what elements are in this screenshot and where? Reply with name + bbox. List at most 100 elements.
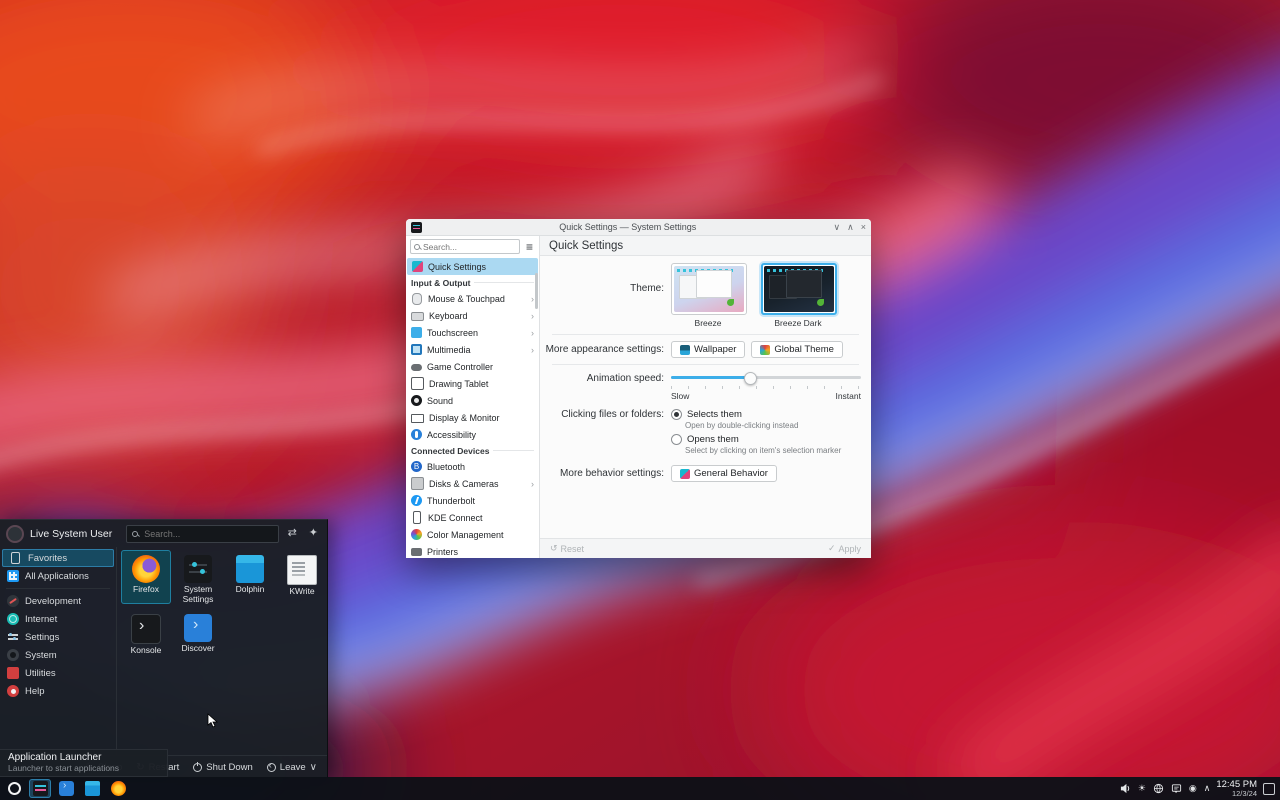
category-favorites[interactable]: Favorites [2, 549, 114, 567]
sidebar-item-drawing-tablet[interactable]: Drawing Tablet [406, 375, 539, 392]
leave-button[interactable]: Leave ∨ [267, 762, 317, 773]
show-desktop-button[interactable] [1263, 783, 1275, 795]
apply-button[interactable]: ✓ Apply [828, 543, 861, 554]
task-firefox[interactable] [107, 779, 129, 798]
bluetooth-icon: B [411, 461, 422, 472]
digital-clock[interactable]: 12:45 PM 12/3/24 [1216, 780, 1257, 798]
chevron-down-icon: ∨ [310, 762, 317, 773]
pin-icon[interactable]: ✦ [306, 528, 321, 539]
system-tray: ☀ ◉ ∧ [1120, 783, 1211, 794]
sidebar-item-kde-connect[interactable]: KDE Connect [406, 509, 539, 526]
dolphin-icon [85, 781, 100, 796]
category-help[interactable]: Help [0, 682, 116, 700]
search-icon [132, 531, 138, 537]
app-kwrite[interactable]: KWrite [277, 550, 327, 604]
sidebar-item-printers[interactable]: Printers [406, 543, 539, 558]
radio-opens-them[interactable]: Opens them [671, 434, 841, 445]
application-launcher-popup: Live System User ⇄ ✦ Favorites All Appli… [0, 519, 328, 778]
animation-slider-handle[interactable] [744, 372, 757, 385]
app-firefox[interactable]: Firefox [121, 550, 171, 604]
sidebar-item-game-controller[interactable]: Game Controller [406, 358, 539, 375]
task-dolphin[interactable] [81, 779, 103, 798]
category-development[interactable]: Development [0, 592, 116, 610]
sidebar-item-display-monitor[interactable]: Display & Monitor [406, 409, 539, 426]
titlebar[interactable]: Quick Settings — System Settings ∨ ∧ × [406, 219, 871, 236]
sidebar-item-mouse-touchpad[interactable]: Mouse & Touchpad › [406, 290, 539, 307]
category-settings[interactable]: Settings [0, 628, 116, 646]
printers-icon [411, 548, 422, 556]
record-status-icon[interactable]: ◉ [1189, 784, 1197, 793]
separator [552, 364, 859, 365]
volume-icon[interactable] [1120, 783, 1131, 794]
display-monitor-icon [411, 414, 424, 423]
category-utilities[interactable]: Utilities [0, 664, 116, 682]
sidebar-item-sound[interactable]: Sound [406, 392, 539, 409]
user-avatar[interactable] [6, 525, 24, 543]
close-icon[interactable]: × [861, 223, 866, 232]
task-system-settings[interactable] [29, 779, 51, 798]
radio-selected-icon [671, 409, 682, 420]
settings-search-input[interactable] [423, 242, 516, 252]
radio-selects-them[interactable]: Selects them [671, 409, 841, 420]
wallpaper-icon [680, 345, 690, 355]
shutdown-button[interactable]: Shut Down [193, 762, 252, 773]
app-discover[interactable]: Discover [173, 609, 223, 663]
dolphin-icon [236, 555, 264, 583]
sidebar-item-bluetooth[interactable]: B Bluetooth [406, 458, 539, 475]
favorites-grid: Firefox System Settings Dolphin KWrite K… [117, 547, 327, 755]
launcher-search-input[interactable] [142, 528, 272, 540]
global-theme-button[interactable]: Global Theme [751, 341, 843, 358]
sort-icon[interactable]: ⇄ [285, 528, 300, 539]
brightness-icon[interactable]: ☀ [1138, 784, 1146, 793]
sidebar-scrollbar[interactable] [535, 273, 538, 309]
chevron-right-icon: › [531, 328, 534, 338]
theme-option-breeze[interactable]: Breeze [671, 263, 745, 328]
category-internet[interactable]: Internet [0, 610, 116, 628]
desktop: Quick Settings — System Settings ∨ ∧ × ≡ [0, 0, 1280, 800]
behavior-label: More behavior settings: [540, 468, 671, 479]
app-dolphin[interactable]: Dolphin [225, 550, 275, 604]
discover-icon [184, 614, 212, 642]
kde-neon-icon [8, 782, 21, 795]
reset-button[interactable]: ↺ Reset [550, 543, 584, 554]
sidebar-item-thunderbolt[interactable]: Thunderbolt [406, 492, 539, 509]
launcher-search-box[interactable] [126, 525, 278, 543]
minimize-icon[interactable]: ∨ [834, 223, 841, 232]
sound-icon [411, 395, 422, 406]
settings-content: Quick Settings Theme: Breeze [540, 236, 871, 558]
category-system[interactable]: System [0, 646, 116, 664]
color-management-icon [411, 529, 422, 540]
hamburger-menu-icon[interactable]: ≡ [524, 241, 535, 253]
window-title: Quick Settings — System Settings [422, 222, 834, 232]
network-icon[interactable] [1153, 783, 1164, 794]
animation-speed-slider[interactable] [671, 371, 861, 385]
sidebar-item-disks-cameras[interactable]: Disks & Cameras › [406, 475, 539, 492]
app-launcher-button[interactable] [3, 779, 25, 798]
sidebar-item-color-management[interactable]: Color Management [406, 526, 539, 543]
kwrite-icon [287, 555, 317, 585]
task-discover[interactable] [55, 779, 77, 798]
category-all-applications[interactable]: All Applications [0, 567, 116, 585]
mouse-icon [412, 293, 422, 305]
discover-icon [59, 781, 74, 796]
sidebar-item-keyboard[interactable]: Keyboard › [406, 307, 539, 324]
wallpaper-button[interactable]: Wallpaper [671, 341, 745, 358]
sidebar-item-quick-settings[interactable]: Quick Settings [407, 258, 538, 275]
sidebar-item-accessibility[interactable]: Accessibility [406, 426, 539, 443]
clock-date: 12/3/24 [1216, 790, 1257, 798]
launcher-tooltip: Application Launcher Launcher to start a… [0, 749, 168, 777]
settings-nav-list: Quick Settings Input & Output Mouse & To… [406, 257, 539, 558]
accessibility-icon [411, 429, 422, 440]
clipboard-icon[interactable] [1171, 783, 1182, 794]
sidebar-item-touchscreen[interactable]: Touchscreen › [406, 324, 539, 341]
maximize-icon[interactable]: ∧ [847, 223, 854, 232]
development-icon [7, 595, 19, 607]
settings-search-box[interactable] [410, 239, 520, 254]
theme-option-breeze-dark[interactable]: Breeze Dark [761, 263, 835, 328]
expand-tray-icon[interactable]: ∧ [1204, 784, 1211, 793]
general-behavior-button[interactable]: General Behavior [671, 465, 777, 482]
app-system-settings[interactable]: System Settings [173, 550, 223, 604]
app-konsole[interactable]: Konsole [121, 609, 171, 663]
sidebar-item-multimedia[interactable]: Multimedia › [406, 341, 539, 358]
system-settings-app-icon [411, 222, 422, 233]
